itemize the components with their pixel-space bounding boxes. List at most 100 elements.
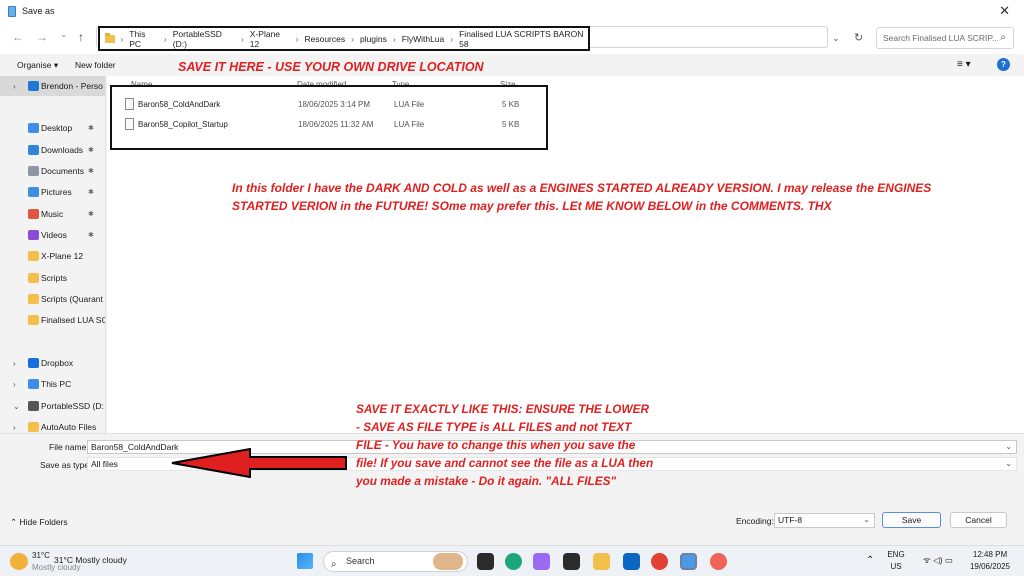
pin-icon: ✱ <box>88 147 94 154</box>
task-view-icon[interactable] <box>477 553 494 570</box>
red-arrow-annotation <box>171 448 347 478</box>
sidebar-item[interactable]: › Dropbox <box>0 353 105 373</box>
edge-icon[interactable] <box>505 553 522 570</box>
weather-sub[interactable]: Mostly cloudy <box>32 563 80 572</box>
outlook-icon[interactable] <box>623 553 640 570</box>
sidebar-item-icon <box>28 358 39 368</box>
search-icon: ⌕ <box>1000 32 1006 43</box>
sidebar-item[interactable]: Downloads ✱ <box>0 140 105 160</box>
pin-icon: ✱ <box>88 211 94 218</box>
breadcrumb-item[interactable]: plugins <box>360 34 387 44</box>
help-icon[interactable]: ? <box>997 58 1010 71</box>
folder-icon <box>105 32 116 43</box>
chevron-icon[interactable]: › <box>13 380 16 389</box>
taskbar-search-label: Search <box>346 556 375 566</box>
breadcrumb-separator-icon[interactable]: › <box>450 34 453 44</box>
sidebar-item[interactable]: Scripts <box>0 268 105 288</box>
file-size: 5 KB <box>502 100 520 109</box>
sidebar-item[interactable]: Documents ✱ <box>0 161 105 181</box>
chevron-down-icon[interactable]: ⌄ <box>863 514 870 526</box>
notepad-taskbar-icon[interactable] <box>680 553 697 570</box>
store-icon[interactable] <box>563 553 580 570</box>
breadcrumb-item[interactable]: Resources <box>304 34 345 44</box>
breadcrumb-item[interactable]: PortableSSD (D:) <box>173 29 235 49</box>
breadcrumb-separator-icon[interactable]: › <box>393 34 396 44</box>
chevron-icon[interactable]: › <box>13 423 16 432</box>
chevron-icon[interactable]: › <box>13 359 16 368</box>
file-name: Baron58_Copilot_Startup <box>138 120 228 129</box>
file-explorer-icon[interactable] <box>593 553 610 570</box>
breadcrumb-item[interactable]: FlyWithLua <box>402 34 445 44</box>
sidebar-item-label: Desktop <box>41 123 73 133</box>
clock-date[interactable]: 19/06/2025 <box>962 562 1018 571</box>
sidebar-item[interactable]: Pictures ✱ <box>0 182 105 202</box>
sidebar-item[interactable]: X-Plane 12 <box>0 246 105 266</box>
annotation-save-location: SAVE IT HERE - USE YOUR OWN DRIVE LOCATI… <box>178 60 484 74</box>
back-arrow-icon[interactable]: ← <box>12 30 24 44</box>
breadcrumb-item[interactable]: Finalised LUA SCRIPTS BARON 58 <box>459 29 588 49</box>
sidebar-item[interactable]: Scripts (Quarant <box>0 289 105 309</box>
sidebar-item-icon <box>28 251 39 261</box>
sidebar-item[interactable]: Videos ✱ <box>0 225 105 245</box>
breadcrumb-separator-icon[interactable]: › <box>241 34 244 44</box>
search-input[interactable]: Search Finalised LUA SCRIP... <box>883 33 999 43</box>
search-highlight-icon[interactable] <box>433 553 463 570</box>
forward-arrow-icon[interactable]: → <box>36 30 48 44</box>
sidebar-item[interactable]: › Brendon - Perso <box>0 76 105 96</box>
copilot-icon[interactable] <box>533 553 550 570</box>
sidebar-item[interactable]: › AutoAuto Files <box>0 417 105 433</box>
sidebar-item[interactable]: › This PC <box>0 374 105 394</box>
breadcrumb-item[interactable]: This PC <box>129 29 158 49</box>
pin-icon: ✱ <box>88 125 94 132</box>
file-row[interactable]: Baron58_Copilot_Startup 18/06/2025 11:32 … <box>112 116 546 134</box>
search-box[interactable]: Search Finalised LUA SCRIP... ⌕ <box>876 27 1014 49</box>
refresh-icon[interactable]: ↻ <box>854 31 863 44</box>
recent-locations-icon[interactable]: ⌄ <box>60 29 68 40</box>
language-top[interactable]: ENG <box>884 550 908 559</box>
view-options-icon[interactable]: ≡ ▾ <box>957 59 971 70</box>
close-icon[interactable]: ✕ <box>999 3 1010 19</box>
sidebar-item-icon <box>28 401 39 411</box>
hide-folders-button[interactable]: ⌃ Hide Folders <box>10 517 68 528</box>
breadcrumb[interactable]: › This PC › PortableSSD (D:) › X-Plane 12 › Res… <box>98 26 590 51</box>
sidebar-item[interactable]: Music ✱ <box>0 204 105 224</box>
navigation-pane: › Brendon - Perso Desktop ✱ Downloads ✱ Docume… <box>0 76 106 433</box>
breadcrumb-separator-icon[interactable]: › <box>351 34 354 44</box>
chevron-icon[interactable]: ⌄ <box>13 402 20 411</box>
search-icon: ⌕ <box>331 559 337 570</box>
chevron-icon[interactable]: › <box>13 82 16 91</box>
new-folder-button[interactable]: New folder <box>75 60 116 70</box>
chevron-down-icon[interactable]: ⌄ <box>1005 458 1012 470</box>
save-type-label: Save as type: <box>40 460 92 470</box>
up-arrow-icon[interactable]: ↑ <box>78 30 84 44</box>
sidebar-item[interactable]: ⌄ PortableSSD (D: <box>0 396 105 416</box>
file-row[interactable]: Baron58_ColdAndDark 18/06/2025 3:14 PM LUA… <box>112 96 546 114</box>
sidebar-item[interactable]: Finalised LUA SC <box>0 310 106 330</box>
language-bottom[interactable]: US <box>884 562 908 571</box>
tray-overflow-icon[interactable]: ⌃ <box>866 555 874 566</box>
chevron-down-icon[interactable]: ⌄ <box>1005 441 1012 453</box>
network-volume-battery-icons[interactable]: ᯤ ◁) ▭ <box>916 555 960 566</box>
breadcrumb-item[interactable]: X-Plane 12 <box>250 29 290 49</box>
file-size: 5 KB <box>502 120 520 129</box>
app-icon[interactable] <box>710 553 727 570</box>
windows-start-icon[interactable] <box>297 553 313 569</box>
cancel-button[interactable]: Cancel <box>950 512 1007 528</box>
sidebar-item-label: Documents <box>41 166 84 176</box>
sidebar-item[interactable]: Desktop ✱ <box>0 118 105 138</box>
weather-icon[interactable] <box>10 553 28 570</box>
sidebar-item-icon <box>28 81 39 91</box>
organise-button[interactable]: Organise ▾ <box>17 60 58 71</box>
address-dropdown-icon[interactable]: ⌄ <box>832 33 840 44</box>
weather-temp[interactable]: 31°C <box>32 551 50 560</box>
save-button[interactable]: Save <box>882 512 941 528</box>
encoding-select[interactable]: UTF-8 ⌄ <box>774 513 875 528</box>
file-icon <box>125 98 134 110</box>
breadcrumb-separator-icon[interactable]: › <box>164 34 167 44</box>
sidebar-item-label: Finalised LUA SC <box>41 315 106 325</box>
clock-time[interactable]: 12:48 PM <box>962 550 1018 559</box>
breadcrumb-separator-icon[interactable]: › <box>120 34 123 44</box>
chrome-icon[interactable] <box>651 553 668 570</box>
breadcrumb-separator-icon[interactable]: › <box>296 34 299 44</box>
file-icon <box>125 118 134 130</box>
